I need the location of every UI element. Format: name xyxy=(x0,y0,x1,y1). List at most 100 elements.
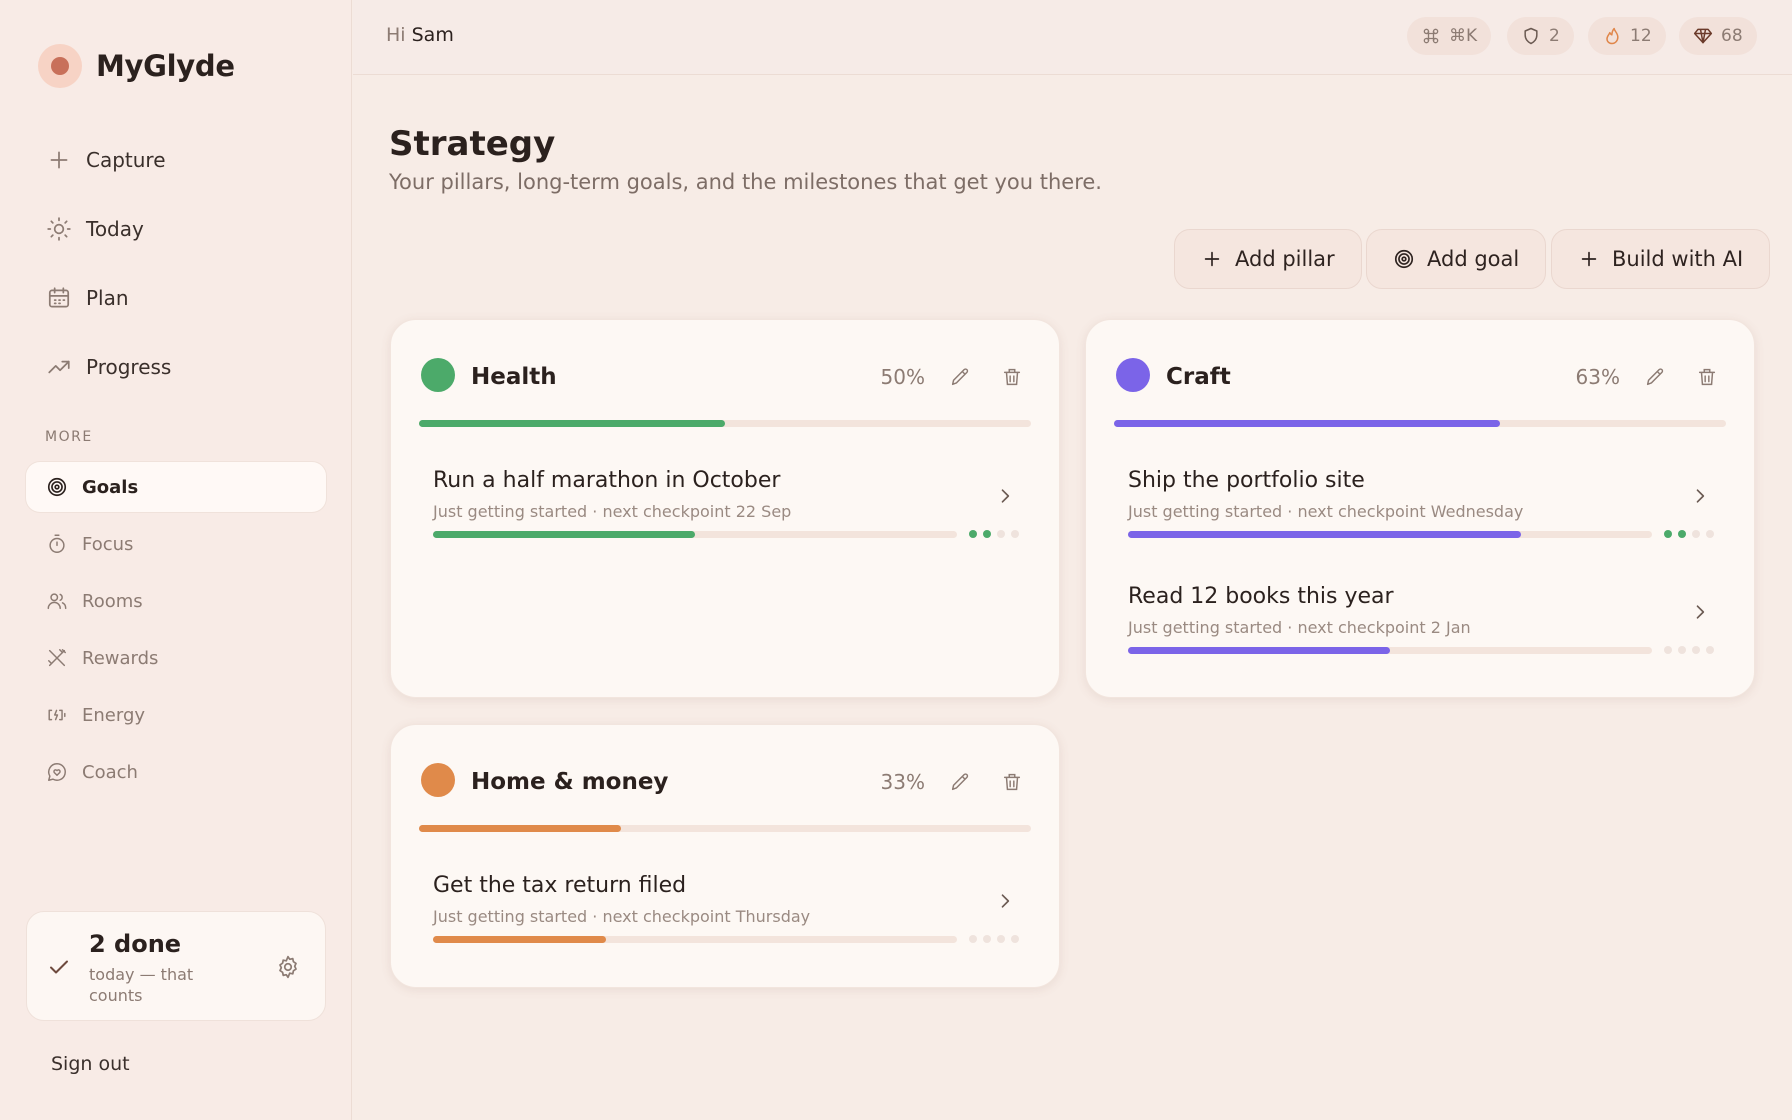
nav-item-focus[interactable]: Focus xyxy=(26,519,326,569)
goal-title: Run a half marathon in October xyxy=(433,468,781,493)
top-bar: Hi Sam ⌘K 2 12 68 xyxy=(353,0,1792,75)
checkpoint-dot xyxy=(1706,646,1714,654)
build-with-ai-label: Build with AI xyxy=(1612,247,1744,271)
pillar-name: Craft xyxy=(1166,364,1231,390)
daily-done-card: 2 done today — that counts xyxy=(26,911,326,1021)
goal-progress-fill xyxy=(433,936,606,943)
pillar-card-craft: Craft 63% Ship the portfolio site Just g… xyxy=(1085,319,1755,698)
checkpoint-dots xyxy=(969,935,1019,943)
battery-icon xyxy=(48,709,66,721)
goal-title: Get the tax return filed xyxy=(433,873,687,898)
more-section-label: MORE xyxy=(45,429,93,445)
nav-item-plan[interactable]: Plan xyxy=(26,272,326,324)
nav-item-rooms[interactable]: Rooms xyxy=(26,576,326,626)
greeting-prefix: Hi xyxy=(386,24,406,46)
greeting: Hi Sam xyxy=(386,24,454,46)
checkpoint-dot xyxy=(983,935,991,943)
goal-progress-bar xyxy=(433,936,957,943)
add-pillar-label: Add pillar xyxy=(1235,247,1335,271)
chevron-right-icon xyxy=(1001,489,1010,503)
nav-item-label: Goals xyxy=(82,476,139,498)
nav-item-label: Rooms xyxy=(82,590,143,612)
sidebar: MyGlyde Capture Today Plan Progress MORE… xyxy=(0,0,352,1120)
nav-item-today[interactable]: Today xyxy=(26,203,326,255)
checkpoint-dot xyxy=(1692,646,1700,654)
streak-badge[interactable]: 12 xyxy=(1588,17,1666,55)
nav-item-goals[interactable]: Goals xyxy=(26,462,326,512)
checkpoint-dot xyxy=(997,530,1005,538)
checkpoint-dot xyxy=(1692,530,1700,538)
timer-icon xyxy=(49,534,65,553)
done-subtitle: today — that counts xyxy=(89,965,194,1005)
goal-meta: Just getting started · next checkpoint 2… xyxy=(433,502,792,521)
nav-item-rewards[interactable]: Rewards xyxy=(26,633,326,683)
checkpoint-dots xyxy=(969,530,1019,538)
chat-heart-icon xyxy=(48,763,66,781)
goal-title: Read 12 books this year xyxy=(1128,584,1394,609)
nav-item-capture[interactable]: Capture xyxy=(26,134,326,186)
sign-out-link[interactable]: Sign out xyxy=(51,1053,130,1075)
pencil-icon[interactable] xyxy=(949,771,971,793)
build-with-ai-button[interactable]: Build with AI xyxy=(1551,229,1771,289)
shortcut-label: ⌘K xyxy=(1449,26,1478,46)
pillar-percent: 33% xyxy=(880,770,925,794)
pillar-progress-fill xyxy=(419,825,621,832)
nav-item-progress[interactable]: Progress xyxy=(26,341,326,393)
goal-meta: Just getting started · next checkpoint W… xyxy=(1128,502,1524,521)
nav-item-label: Today xyxy=(86,217,144,241)
goal-row[interactable]: Read 12 books this year Just getting sta… xyxy=(1128,584,1720,684)
target-icon xyxy=(47,477,67,497)
chevron-right-icon xyxy=(1696,489,1705,503)
goal-progress-bar xyxy=(1128,531,1652,538)
page-title: Strategy xyxy=(389,124,556,164)
checkpoint-dot xyxy=(1011,935,1019,943)
shield-icon xyxy=(1524,27,1538,45)
nav-item-coach[interactable]: Coach xyxy=(26,747,326,797)
checkpoint-dot xyxy=(1664,530,1672,538)
pillar-name: Health xyxy=(471,364,557,390)
pencil-icon[interactable] xyxy=(949,366,971,388)
goal-row[interactable]: Get the tax return filed Just getting st… xyxy=(433,873,1025,973)
trash-icon[interactable] xyxy=(1696,366,1718,388)
gems-badge[interactable]: 68 xyxy=(1679,17,1757,55)
trash-icon[interactable] xyxy=(1001,366,1023,388)
gem-icon xyxy=(1693,28,1713,44)
streak-count: 12 xyxy=(1630,26,1652,46)
shields-badge[interactable]: 2 xyxy=(1507,17,1574,55)
nav-item-energy[interactable]: Energy xyxy=(26,690,326,740)
goal-row[interactable]: Run a half marathon in October Just gett… xyxy=(433,468,1025,568)
done-count: 2 done xyxy=(89,930,182,958)
pillar-color-dot xyxy=(1116,358,1150,392)
plus-icon xyxy=(50,151,68,169)
target-icon xyxy=(1394,249,1414,269)
add-pillar-button[interactable]: Add pillar xyxy=(1174,229,1362,289)
nav-item-label: Focus xyxy=(82,533,134,555)
checkpoint-dots xyxy=(1664,530,1714,538)
gear-icon[interactable] xyxy=(275,954,301,980)
pillar-progress-bar xyxy=(1114,420,1726,427)
chevron-right-icon xyxy=(1001,894,1010,908)
pillar-card-home-money: Home & money 33% Get the tax return file… xyxy=(390,724,1060,988)
checkpoint-dot xyxy=(1678,530,1686,538)
command-palette-button[interactable]: ⌘K xyxy=(1407,17,1492,55)
checkpoint-dot xyxy=(983,530,991,538)
chevron-right-icon xyxy=(1696,605,1705,619)
nav-item-label: Rewards xyxy=(82,647,159,669)
flame-icon xyxy=(1606,27,1619,45)
brand[interactable]: MyGlyde xyxy=(38,44,235,88)
checkpoint-dot xyxy=(969,530,977,538)
trending-up-icon xyxy=(48,360,70,374)
pencil-icon[interactable] xyxy=(1644,366,1666,388)
trash-icon[interactable] xyxy=(1001,771,1023,793)
plus-icon xyxy=(1581,251,1597,267)
pillar-progress-bar xyxy=(419,825,1031,832)
nav-item-label: Progress xyxy=(86,355,172,379)
add-goal-button[interactable]: Add goal xyxy=(1366,229,1547,289)
goal-row[interactable]: Ship the portfolio site Just getting sta… xyxy=(1128,468,1720,568)
utensils-icon xyxy=(48,649,66,667)
nav-item-label: Plan xyxy=(86,286,129,310)
main-nav: Capture Today Plan Progress xyxy=(26,134,326,410)
goal-progress-fill xyxy=(1128,647,1390,654)
pillar-progress-fill xyxy=(1114,420,1500,427)
pillar-progress-fill xyxy=(419,420,725,427)
